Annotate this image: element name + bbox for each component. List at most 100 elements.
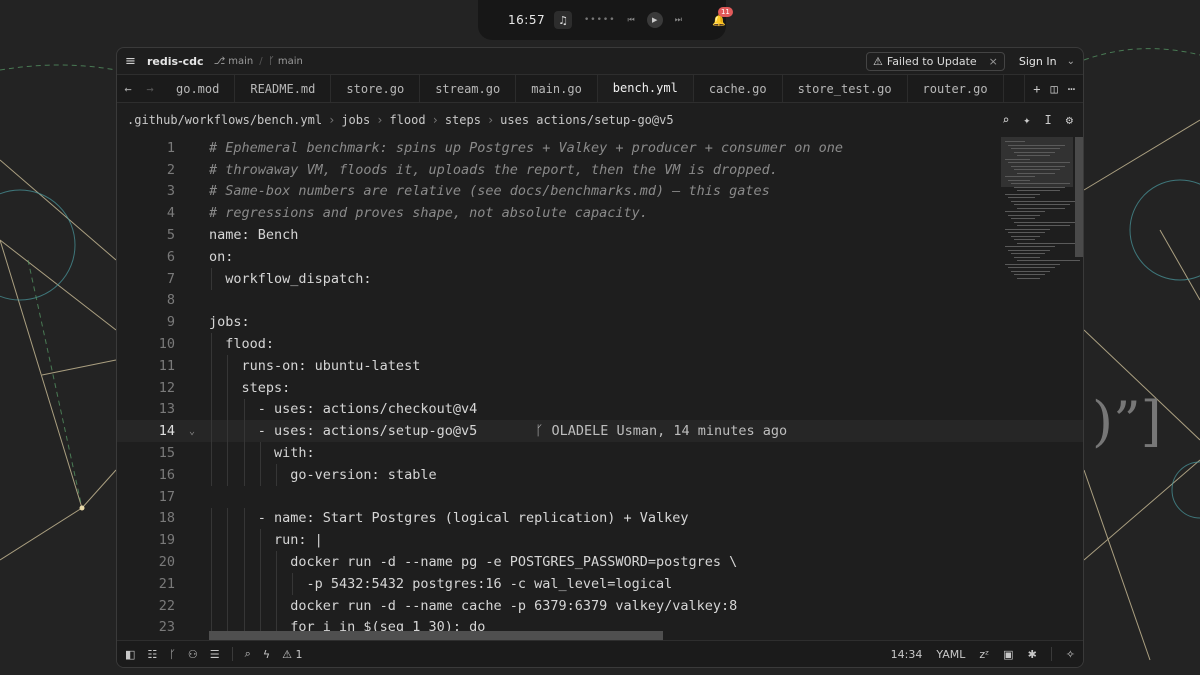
code-line[interactable]: 6 on: — [117, 246, 1083, 268]
more-options-icon[interactable]: ⋯ — [1068, 82, 1075, 96]
toggle-sidebar-icon[interactable]: ◧ — [125, 648, 135, 661]
code-line[interactable]: 14 ⌄ - uses: actions/setup-go@v5 ᚴ OLADELE… — [117, 420, 1083, 443]
minimap[interactable] — [1001, 137, 1083, 640]
line-number: 6 — [166, 248, 175, 265]
back-arrow-icon[interactable]: ← — [117, 75, 139, 102]
code-line[interactable]: 1 # Ephemeral benchmark: spins up Postgre… — [117, 137, 1083, 159]
git-blame-annotation[interactable]: ᚴ OLADELE Usman, 14 minutes ago — [535, 423, 787, 439]
sign-in-button[interactable]: Sign In — [1019, 55, 1057, 68]
project-name[interactable]: redis-cdc — [147, 55, 204, 68]
tab-main-go[interactable]: main.go — [516, 75, 598, 102]
tabs: go.mod README.md store.go stream.go main.go b… — [161, 75, 1024, 102]
update-status-button[interactable]: ⚠ Failed to Update × — [866, 51, 1005, 71]
minimap-line — [1014, 151, 1055, 153]
breadcrumb-separator-icon: › — [431, 113, 439, 127]
code-line[interactable]: 2 # throwaway VM, floods it, uploads the … — [117, 159, 1083, 181]
code-line[interactable]: 16 go-version: stable — [117, 463, 1083, 486]
fold-chevron-icon[interactable]: ⌄ — [175, 426, 209, 437]
music-note-icon[interactable]: ♫ — [554, 11, 572, 29]
tab-cache-go[interactable]: cache.go — [694, 75, 783, 102]
indent-guide — [276, 572, 278, 595]
indent-guide — [259, 442, 261, 464]
code-line[interactable]: 21 -p 5432:5432 postgres:16 -c wal_level… — [117, 572, 1083, 595]
code-actions-icon[interactable]: ✦ — [1023, 113, 1030, 127]
indent-guide — [243, 529, 245, 552]
code-line[interactable]: 22 docker run -d --name cache -p 6379:63… — [117, 594, 1083, 617]
breadcrumb-file-path[interactable]: .github/workflows/bench.yml — [127, 113, 322, 127]
chevron-down-icon[interactable]: ⌄ — [1067, 56, 1075, 67]
hamburger-menu-icon[interactable]: ≡ — [125, 54, 143, 69]
tab-readme-md[interactable]: README.md — [235, 75, 332, 102]
minimap-line — [1017, 190, 1060, 191]
code-line[interactable]: 3 # Same-box numbers are relative (see do… — [117, 181, 1083, 203]
minimap-line — [1011, 270, 1050, 272]
code-line[interactable]: 18 - name: Start Postgres (logical repli… — [117, 507, 1083, 530]
breadcrumb-item[interactable]: steps — [445, 113, 481, 127]
clock: 16:57 — [508, 13, 546, 27]
line-number: 15 — [158, 445, 175, 462]
editor-settings-icon[interactable]: ⚙ — [1066, 113, 1073, 127]
notification-bell-icon[interactable]: 🔔 11 — [712, 6, 733, 27]
code-line[interactable]: 4 # regressions and proves shape, not abs… — [117, 202, 1083, 224]
breadcrumb-item[interactable]: flood — [389, 113, 425, 127]
horizontal-scrollbar[interactable] — [209, 631, 663, 640]
debug-bug-icon[interactable]: ✱ — [1028, 648, 1037, 661]
tab-store-go[interactable]: store.go — [331, 75, 421, 102]
code-line[interactable]: 9 jobs: — [117, 311, 1083, 333]
tab-stream-go[interactable]: stream.go — [420, 75, 517, 102]
terminal-icon[interactable]: ▣ — [1003, 648, 1013, 661]
vertical-scrollbar[interactable] — [1075, 137, 1083, 257]
minimap-line — [1011, 218, 1035, 219]
git-branch-icon[interactable]: ᚴ — [169, 648, 176, 661]
sleep-mode-icon[interactable]: zᶻ — [979, 648, 989, 661]
code-line[interactable]: 20 docker run -d --name pg -e POSTGRES_P… — [117, 551, 1083, 573]
update-label: Failed to Update — [886, 54, 977, 68]
close-icon[interactable]: × — [989, 55, 998, 68]
forward-arrow-icon[interactable]: → — [139, 75, 161, 102]
language-selector[interactable]: YAML — [936, 648, 965, 661]
project-panel-icon[interactable]: ☷ — [147, 648, 157, 661]
code-line[interactable]: 15 with: — [117, 442, 1083, 464]
code-line[interactable]: 8 — [117, 290, 1083, 312]
play-icon[interactable]: ▶ — [646, 12, 663, 28]
code-line[interactable]: 7 workflow_dispatch: — [117, 267, 1083, 290]
code-line[interactable]: 11 runs-on: ubuntu-latest — [117, 354, 1083, 377]
minimap-line — [1008, 197, 1035, 198]
code-line[interactable]: 10 flood: — [117, 333, 1083, 355]
code-line[interactable]: 19 run: | — [117, 529, 1083, 552]
tab-bench-yml[interactable]: bench.yml — [597, 75, 694, 102]
tab-store-test-go[interactable]: store_test.go — [783, 75, 908, 102]
diagnostics-indicator[interactable]: ⚠ 1 — [282, 648, 302, 661]
code-line[interactable]: 12 steps: — [117, 376, 1083, 399]
cursor-position[interactable]: 14:34 — [891, 648, 923, 661]
breadcrumb-item[interactable]: jobs — [341, 113, 370, 127]
inline-assist-icon[interactable]: I — [1045, 113, 1052, 127]
code-editor[interactable]: 1 # Ephemeral benchmark: spins up Postgre… — [117, 137, 1083, 640]
tab-go-mod[interactable]: go.mod — [161, 75, 236, 102]
breadcrumb-item[interactable]: uses actions/setup-go@v5 — [500, 113, 673, 127]
lightning-icon[interactable]: ϟ — [263, 648, 270, 661]
next-track-icon[interactable]: ⏭ — [675, 15, 682, 25]
code-line[interactable]: 13 - uses: actions/checkout@v4 — [117, 398, 1083, 421]
assistant-sparkle-icon[interactable]: ✧ — [1066, 648, 1075, 661]
minimap-line — [1014, 169, 1060, 170]
collaboration-icon[interactable]: ⚇ — [188, 648, 198, 661]
search-icon[interactable]: ⌕ — [1002, 113, 1009, 127]
line-number: 9 — [166, 314, 175, 331]
code-line[interactable]: 5 name: Bench — [117, 224, 1083, 246]
minimap-line — [1011, 235, 1040, 237]
outline-icon[interactable]: ☰ — [210, 648, 220, 661]
branch-selector[interactable]: ⎇ main / ᚴ main — [214, 56, 303, 67]
previous-track-icon[interactable]: ⏮ — [628, 15, 635, 25]
tab-router-go[interactable]: router.go — [908, 75, 1004, 102]
search-icon[interactable]: ⌕ — [245, 647, 251, 661]
minimap-line — [1005, 263, 1060, 265]
breadcrumb-separator-icon: › — [486, 113, 495, 127]
indent-guide — [276, 463, 278, 486]
split-pane-icon[interactable]: ◫ — [1051, 82, 1058, 96]
code-line[interactable]: 17 — [117, 486, 1083, 508]
indent-guide — [211, 376, 212, 399]
new-tab-plus-icon[interactable]: + — [1033, 82, 1040, 96]
diagnostics-count: 1 — [295, 647, 303, 661]
minimap-line — [1017, 172, 1055, 174]
